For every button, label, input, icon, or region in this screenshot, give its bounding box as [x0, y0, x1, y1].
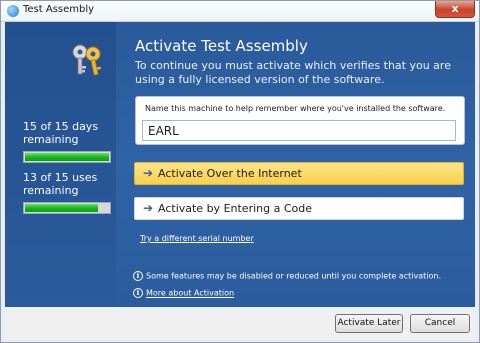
machine-name-label: Name this machine to help remember where…	[145, 104, 446, 113]
activation-panel: 15 of 15 days remaining 13 of 15 uses re…	[5, 22, 475, 307]
activation-notice: i Some features may be disabled or reduce…	[133, 271, 441, 281]
uses-progress-bar	[23, 202, 111, 214]
close-button[interactable]: x	[435, 1, 475, 18]
machine-name-input[interactable]: EARL	[142, 120, 456, 141]
keys-icon	[72, 44, 102, 76]
more-info-row: i More about Activation	[133, 288, 234, 298]
machine-name-card: Name this machine to help remember where…	[135, 96, 465, 145]
activate-internet-label: Activate Over the Internet	[158, 167, 302, 180]
dialog-footer: Activate Later Cancel	[5, 307, 475, 340]
activate-code-button[interactable]: ➔ Activate by Entering a Code	[134, 197, 464, 220]
activate-internet-button[interactable]: ➔ Activate Over the Internet	[134, 162, 464, 185]
arrow-right-icon: ➔	[143, 201, 154, 215]
info-icon: i	[133, 288, 143, 298]
activation-description: To continue you must activate which veri…	[135, 59, 451, 86]
more-about-activation-link[interactable]: More about Activation	[146, 289, 234, 298]
activation-dialog: Test Assembly x 15 of 15 days remaining …	[0, 0, 480, 343]
days-progress-fill	[25, 153, 109, 161]
uses-remaining-label: 13 of 15 uses remaining	[23, 171, 98, 197]
activate-code-label: Activate by Entering a Code	[158, 202, 312, 215]
cancel-button[interactable]: Cancel	[410, 314, 470, 333]
uses-progress-fill	[25, 204, 98, 212]
title-bar[interactable]: Test Assembly x	[1, 1, 479, 22]
info-icon: i	[133, 271, 143, 281]
app-icon	[7, 5, 19, 17]
activate-later-button[interactable]: Activate Later	[335, 314, 403, 333]
activation-notice-text: Some features may be disabled or reduced…	[146, 271, 441, 281]
arrow-right-icon: ➔	[143, 166, 154, 180]
window-title: Test Assembly	[23, 4, 95, 15]
different-serial-link[interactable]: Try a different serial number	[140, 234, 254, 243]
days-remaining-label: 15 of 15 days remaining	[23, 120, 99, 146]
days-progress-bar	[23, 151, 111, 163]
page-title: Activate Test Assembly	[135, 37, 308, 55]
